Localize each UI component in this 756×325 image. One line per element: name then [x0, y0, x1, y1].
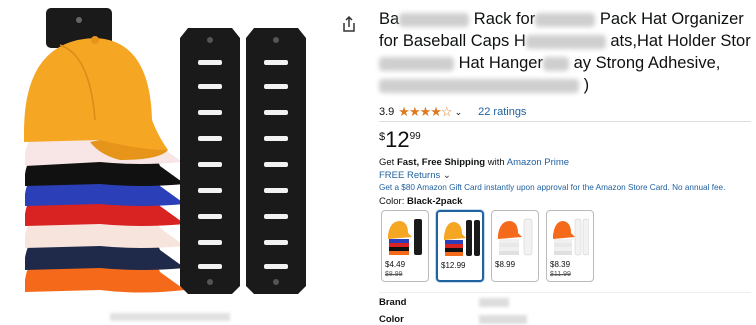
- selected-color: Black-2pack: [406, 196, 463, 207]
- swatch-option-selected[interactable]: $12.99: [436, 210, 484, 282]
- swatch-price: $8.39: [550, 260, 571, 269]
- title-part: Ba: [379, 10, 400, 28]
- rating-value: 3.9: [379, 106, 395, 118]
- rack-strips: [180, 28, 306, 294]
- title-part: Adhesive,: [647, 54, 721, 72]
- color-label-row: Color: Black-2pack: [379, 196, 463, 207]
- title-part: Rack for: [473, 10, 536, 28]
- free-returns-link[interactable]: FREE Returns ⌄: [379, 170, 451, 181]
- rating-row: 3.9 ★★★★☆ ⌄ 22 ratings: [379, 104, 526, 120]
- brand-value-blurred: [479, 298, 509, 307]
- swatch-thumbnail: [498, 218, 533, 256]
- swatch-option[interactable]: $8.39 $11.99: [546, 210, 594, 282]
- swatch-price: $4.49: [385, 260, 406, 269]
- shipping-line: Get Fast, Free Shipping with Amazon Prim…: [379, 157, 570, 168]
- image-caption-blurred: [110, 313, 230, 321]
- title-part: ats,Hat Holder: [610, 32, 716, 50]
- product-title[interactable]: Ba Rack for Pack Hat Organizer for Baseb…: [379, 8, 751, 96]
- price: $ 12 99: [379, 127, 421, 153]
- star-icon[interactable]: ★★★★☆: [398, 104, 452, 120]
- gift-card-offer[interactable]: Get a $80 Amazon Gift Card instantly upo…: [379, 183, 725, 192]
- swatch-price: $8.99: [495, 260, 516, 269]
- prime-link[interactable]: Amazon Prime: [507, 157, 569, 168]
- chevron-down-icon: ⌄: [442, 170, 451, 181]
- brand-label: Brand: [379, 297, 407, 308]
- swatch-option[interactable]: $4.49 $8.99: [381, 210, 429, 282]
- hat-rack-photo: [24, 8, 306, 294]
- title-part: Hat Hanger: [458, 54, 543, 72]
- divider: [379, 121, 751, 122]
- swatch-thumbnail: [388, 219, 422, 255]
- swatch-strike-price: $11.99: [550, 271, 571, 278]
- price-whole: 12: [385, 127, 410, 152]
- swatch-price: $12.99: [441, 261, 466, 270]
- share-icon[interactable]: [341, 15, 357, 33]
- title-part: ): [583, 76, 590, 94]
- title-part: Baseball Caps H: [402, 32, 526, 50]
- divider: [379, 292, 751, 293]
- chevron-down-icon[interactable]: ⌄: [455, 107, 463, 118]
- swatch-thumbnail: [553, 218, 589, 256]
- swatch-thumbnail: [444, 220, 480, 256]
- ratings-count-link[interactable]: 22 ratings: [478, 106, 526, 118]
- swatch-option[interactable]: $8.99: [491, 210, 539, 282]
- product-image[interactable]: [0, 0, 330, 321]
- color-value-blurred: [479, 315, 527, 324]
- product-info: Ba Rack for Pack Hat Organizer for Baseb…: [379, 0, 756, 325]
- title-part: Stor: [720, 32, 751, 50]
- price-fraction: 99: [409, 131, 421, 142]
- color-row-label: Color: [379, 314, 404, 325]
- swatch-strike-price: $8.99: [385, 271, 403, 278]
- title-part: ay Strong: [573, 54, 645, 72]
- color-swatches: $4.49 $8.99 $12.99 $8.99 $8.39 $11.99: [381, 210, 594, 282]
- shipping-bold: Fast, Free Shipping: [396, 157, 486, 168]
